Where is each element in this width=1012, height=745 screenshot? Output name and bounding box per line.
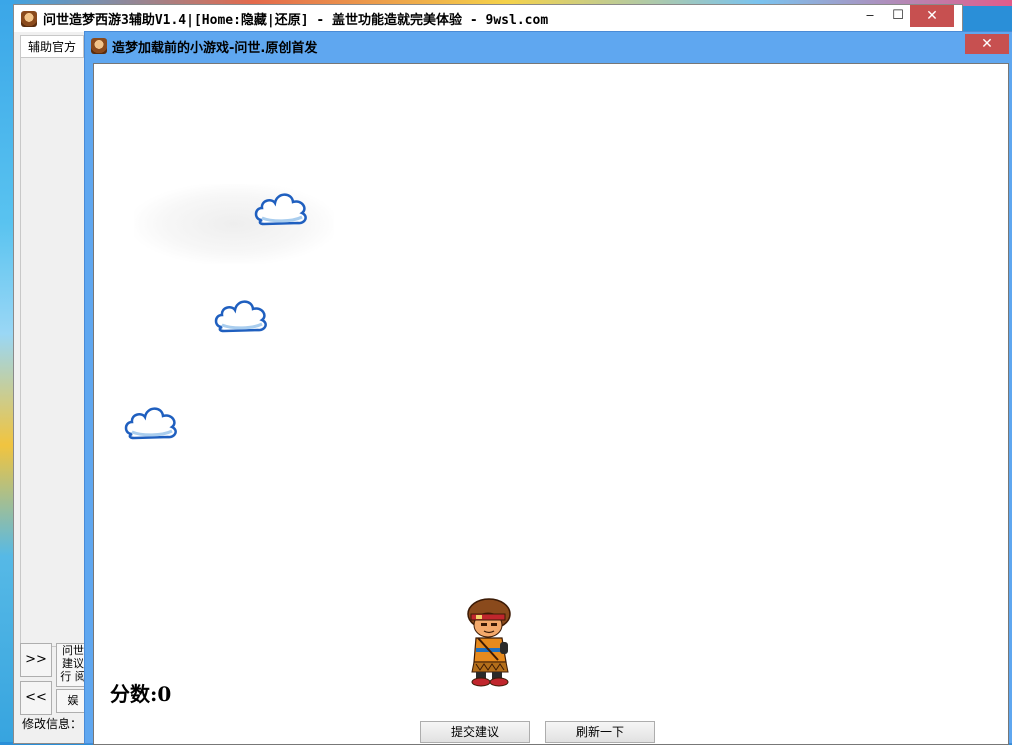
- minimize-button[interactable]: ‒: [856, 5, 884, 27]
- refresh-button[interactable]: 刷新一下: [545, 721, 655, 743]
- game-canvas[interactable]: 分数:0 提交建议 刷新一下: [93, 63, 1009, 745]
- outer-window-title: 问世造梦西游3辅助V1.4|[Home:隐藏|还原] - 盖世功能造就完美体验 …: [43, 13, 549, 28]
- game-close-button[interactable]: ✕: [965, 34, 1009, 54]
- sidebar-panel: [20, 57, 86, 647]
- outer-titlebar[interactable]: 问世造梦西游3辅助V1.4|[Home:隐藏|还原] - 盖世功能造就完美体验 …: [14, 5, 962, 32]
- cloud-icon: [254, 193, 307, 226]
- inner-titlebar[interactable]: 造梦加载前的小游戏-问世.原创首发: [85, 32, 1012, 60]
- cloud-icon: [214, 300, 267, 333]
- app-icon: [21, 10, 37, 27]
- collapse-button[interactable]: <<: [20, 681, 52, 715]
- submit-suggestion-button[interactable]: 提交建议: [420, 721, 530, 743]
- hero-character-icon[interactable]: [462, 598, 518, 688]
- tab-official[interactable]: 辅助官方: [20, 35, 84, 58]
- desktop-background-left: [0, 0, 14, 742]
- game-window-title: 造梦加载前的小游戏-问世.原创首发: [112, 40, 318, 56]
- score-label: 分数:0: [110, 682, 172, 706]
- outer-close-button[interactable]: ✕: [910, 5, 954, 27]
- cloud-icon: [124, 407, 177, 440]
- expand-button[interactable]: >>: [20, 643, 52, 677]
- mini-game-window: 造梦加载前的小游戏-问世.原创首发 ✕ 分数:0 提交建议 刷新一下: [84, 31, 1012, 745]
- game-app-icon: [91, 38, 107, 54]
- maximize-button[interactable]: ☐: [884, 5, 912, 27]
- modify-info-label: 修改信息：: [22, 717, 83, 731]
- left-sidebar: 辅助官方 >> << 问世 建议行 阅 娱: [20, 35, 90, 741]
